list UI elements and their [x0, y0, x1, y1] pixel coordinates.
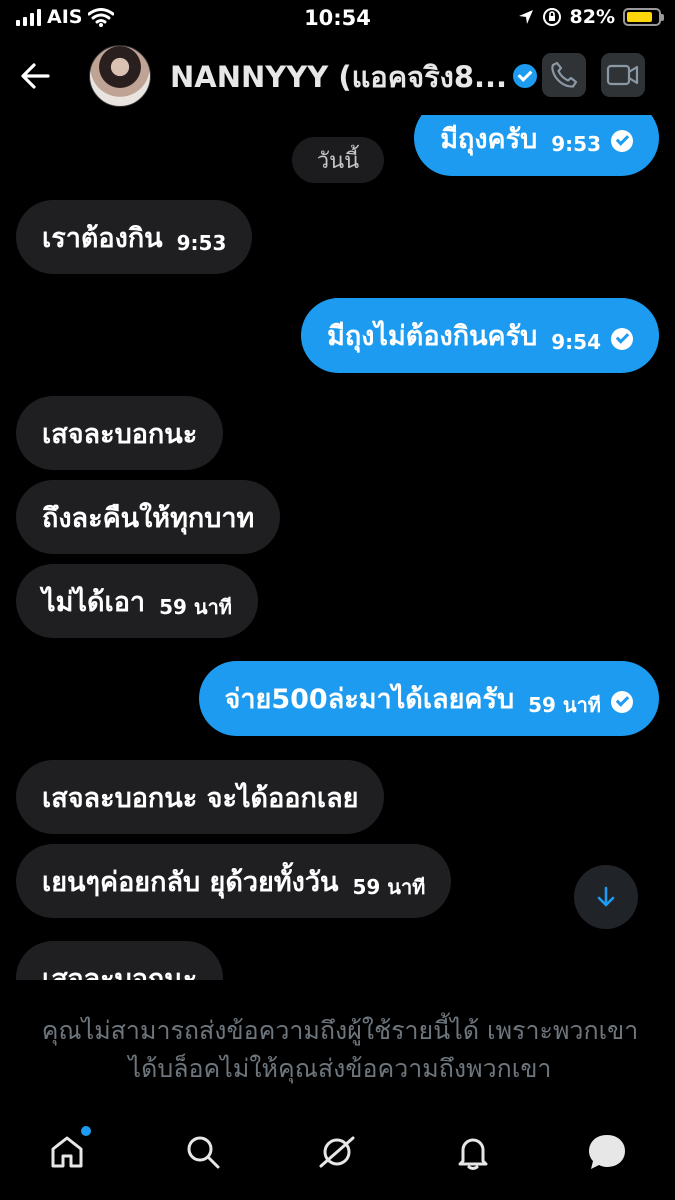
voice-call-button[interactable] [542, 53, 586, 97]
messages-icon [589, 1135, 625, 1169]
location-arrow-icon [518, 10, 533, 24]
conversation-title-group[interactable]: NANNYYY (แอคจริง8... [170, 54, 538, 100]
message-time: 59 นาที [159, 595, 232, 619]
nav-notifications[interactable] [451, 1130, 495, 1174]
nav-home[interactable] [45, 1126, 91, 1174]
message-text: เยนๆค่อยกลับ ยุด้วยทั้งวัน [42, 866, 339, 898]
arrow-down-icon [597, 886, 615, 907]
status-bar: AIS 10:54 82% [0, 0, 675, 38]
bell-icon [458, 1138, 488, 1170]
nav-search[interactable] [181, 1130, 225, 1174]
back-button[interactable] [18, 58, 58, 94]
blocked-notice: คุณไม่สามารถส่งข้อความถึงผู้ใช้รายนี้ได้… [41, 1016, 639, 1083]
message-time: 9:54 [551, 329, 601, 354]
bottom-nav [0, 1105, 675, 1200]
message-text: ไม่ได้เอา [42, 586, 146, 618]
message-time: 9:53 [176, 231, 227, 255]
read-check-icon [611, 130, 633, 152]
conversation-header: NANNYYY (แอคจริง8... [0, 40, 675, 115]
notification-dot [81, 1126, 91, 1136]
message-bubble-incoming[interactable]: ถึงละคืนให้ทุกบาท [16, 480, 281, 554]
message-text: เสจละบอกนะ [42, 963, 198, 981]
status-right-group: 82% [518, 6, 664, 28]
message-bubble-incoming[interactable]: เสจละบอกนะ จะได้ออกเลย [16, 760, 385, 834]
nav-messages[interactable] [585, 1130, 629, 1174]
message-text: เสจละบอกนะ [42, 418, 198, 450]
message-bubble-outgoing[interactable]: จ่าย500ล่ะมาได้เลยครับ 59 นาที [198, 661, 659, 736]
spaces-icon [319, 1136, 355, 1168]
date-separator: วันนี้ [292, 137, 384, 183]
read-check-icon [611, 690, 633, 713]
message-bubble-outgoing[interactable]: มีถุงครับ 9:53 [414, 115, 659, 176]
verified-badge-icon [513, 64, 538, 88]
arrow-left-icon [21, 63, 50, 89]
message-text: เสจละบอกนะ จะได้ออกเลย [42, 782, 359, 814]
message-text: มีถุงไม่ต้องกินครับ [327, 321, 538, 352]
phone-icon [551, 61, 578, 88]
video-call-button[interactable] [601, 53, 645, 97]
message-bubble-incoming[interactable]: เสจละบอกนะ [16, 396, 224, 470]
battery-fill [627, 12, 652, 22]
message-bubble-incoming[interactable]: เยนๆค่อยกลับ ยุด้วยทั้งวัน 59 นาที [16, 844, 452, 918]
video-camera-icon [606, 64, 639, 86]
home-icon [51, 1136, 83, 1168]
orientation-lock-icon [542, 8, 561, 26]
scroll-to-bottom-button[interactable] [574, 865, 638, 929]
message-time: 59 นาที [352, 875, 426, 899]
message-time: 59 นาที [528, 692, 601, 717]
search-icon [187, 1136, 220, 1169]
conversation-title: NANNYYY (แอคจริง8... [170, 60, 508, 94]
read-check-icon [611, 327, 633, 350]
message-text: เราต้องกิน [42, 222, 163, 254]
message-bubble-incoming[interactable]: เราต้องกิน 9:53 [16, 200, 253, 274]
message-text: มีถุงครับ [440, 123, 538, 155]
message-bubble-incoming[interactable]: เสจละบอกนะ [16, 941, 224, 981]
avatar[interactable] [89, 45, 151, 107]
message-bubble-incoming[interactable]: ไม่ได้เอา 59 นาที [16, 564, 258, 638]
battery-percent: 82% [569, 6, 615, 28]
nav-spaces[interactable] [315, 1130, 359, 1174]
message-time: 9:53 [551, 132, 601, 156]
battery-icon [623, 8, 664, 26]
message-bubble-outgoing[interactable]: มีถุงไม่ต้องกินครับ 9:54 [301, 298, 659, 373]
message-text: ถึงละคืนให้ทุกบาท [42, 502, 255, 534]
message-text: จ่าย500ล่ะมาได้เลยครับ [224, 684, 515, 715]
message-list[interactable]: มีถุงครับ 9:53 วันนี้ เราต้องกิน 9:53 มี… [0, 115, 675, 980]
